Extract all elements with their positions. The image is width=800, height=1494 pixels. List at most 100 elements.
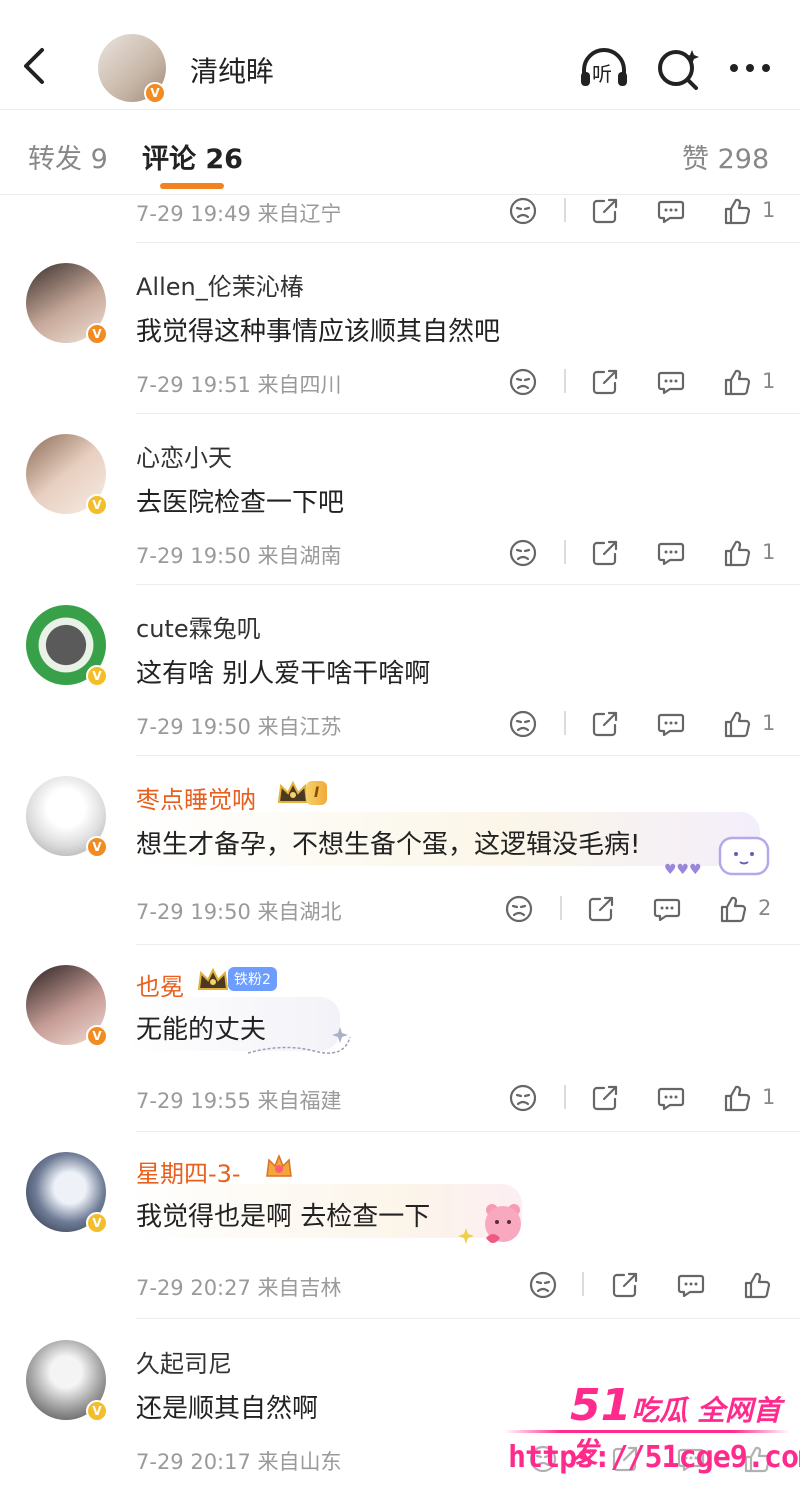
share-icon[interactable] xyxy=(610,1270,640,1300)
share-icon[interactable] xyxy=(590,367,620,397)
avatar[interactable]: V xyxy=(26,1340,108,1422)
dislike-icon[interactable] xyxy=(508,538,538,568)
divider xyxy=(136,1318,800,1319)
avatar[interactable]: V xyxy=(26,434,108,516)
reply-icon[interactable] xyxy=(676,1270,706,1300)
list-item: V 心恋小天 去医院检查一下吧 7-29 19:50 来自湖南 1 xyxy=(0,414,800,585)
commenter-name[interactable]: 枣点睡觉呐 xyxy=(136,780,256,815)
reply-icon[interactable] xyxy=(656,196,686,226)
comment-time: 7-29 19:51 来自四川 xyxy=(136,373,342,397)
reply-icon[interactable] xyxy=(656,709,686,739)
author-avatar[interactable]: V xyxy=(98,34,170,106)
comment-time: 7-29 19:50 来自湖北 xyxy=(136,900,342,924)
comment-text: 去医院检查一下吧 xyxy=(136,488,345,518)
list-item: V cute霖兔叽 这有啥 别人爱干啥干啥啊 7-29 19:50 来自江苏 1 xyxy=(0,585,800,756)
comment-actions: 1 xyxy=(508,196,788,230)
avatar[interactable]: V xyxy=(26,263,108,345)
share-icon[interactable] xyxy=(590,1083,620,1113)
comment-actions: 1 xyxy=(508,538,788,572)
like-icon[interactable] xyxy=(742,1270,772,1300)
comment-actions: 2 xyxy=(504,894,788,928)
dislike-icon[interactable] xyxy=(528,1270,558,1300)
comment-time: 7-29 20:27 来自吉林 xyxy=(136,1276,342,1300)
share-icon[interactable] xyxy=(590,196,620,226)
tab-comments[interactable]: 评论 26 xyxy=(142,137,243,176)
comment-text: 我觉得这种事情应该顺其自然吧 xyxy=(136,317,501,347)
watermark-url: https://51cge9.com xyxy=(508,1440,800,1475)
avatar[interactable]: V xyxy=(26,965,108,1047)
crown-icon xyxy=(266,1153,292,1177)
list-item: V 枣点睡觉呐 I 想生才备孕，不想生备个蛋，这逻辑没毛病! ♥♥♥ 7-29 … xyxy=(0,756,800,945)
comment-actions xyxy=(528,1270,788,1304)
comment-actions: 1 xyxy=(508,367,788,401)
comment-text: 这有啥 别人爱干啥干啥啊 xyxy=(136,659,431,689)
author-name[interactable]: 清纯眸 xyxy=(190,50,274,90)
like-count: 1 xyxy=(762,1085,776,1109)
commenter-name[interactable]: Allen_伦茉沁椿 xyxy=(136,267,304,302)
avatar[interactable]: V xyxy=(26,1152,108,1234)
like-count: 1 xyxy=(762,198,776,222)
chevron-left-icon[interactable] xyxy=(18,44,52,88)
verified-badge-icon: V xyxy=(86,323,108,345)
pink-bear-sticker-icon xyxy=(458,1204,521,1244)
dislike-icon[interactable] xyxy=(508,196,538,226)
svg-text:♥♥♥: ♥♥♥ xyxy=(664,862,702,878)
like-icon[interactable] xyxy=(722,1083,752,1113)
like-count: 1 xyxy=(762,711,776,735)
share-icon[interactable] xyxy=(586,894,616,924)
tab-reposts[interactable]: 转发 9 xyxy=(28,137,108,176)
more-icon[interactable] xyxy=(726,44,778,92)
dislike-icon[interactable] xyxy=(508,367,538,397)
comment-time: 7-29 19:50 来自江苏 xyxy=(136,715,342,739)
top-bar: V 清纯眸 听 xyxy=(0,0,800,110)
avatar[interactable]: V xyxy=(26,605,108,687)
share-icon[interactable] xyxy=(590,709,620,739)
like-icon[interactable] xyxy=(722,367,752,397)
commenter-name[interactable]: cute霖兔叽 xyxy=(136,609,261,644)
comment-text: 想生才备孕，不想生备个蛋，这逻辑没毛病! xyxy=(136,830,641,860)
comment-time: 7-29 19:50 来自湖南 xyxy=(136,544,342,568)
comment-time: 7-29 20:17 来自山东 xyxy=(136,1450,342,1474)
active-tab-indicator xyxy=(160,183,224,189)
comment-text: 我觉得也是啊 去检查一下 xyxy=(136,1202,431,1232)
comment-actions: 1 xyxy=(508,1083,788,1117)
reply-icon[interactable] xyxy=(656,367,686,397)
avatar[interactable]: V xyxy=(26,776,108,858)
search-icon[interactable] xyxy=(654,44,706,92)
like-icon[interactable] xyxy=(722,709,752,739)
reply-icon[interactable] xyxy=(656,538,686,568)
commenter-name[interactable]: 久起司尼 xyxy=(136,1344,232,1379)
verified-badge-icon: V xyxy=(86,494,108,516)
like-count: 2 xyxy=(758,896,772,920)
dislike-icon[interactable] xyxy=(508,1083,538,1113)
verified-badge-icon: V xyxy=(86,1400,108,1422)
sparkle-decoration-icon xyxy=(247,1027,351,1054)
reply-icon[interactable] xyxy=(656,1083,686,1113)
dislike-icon[interactable] xyxy=(504,894,534,924)
listen-icon[interactable]: 听 xyxy=(578,44,630,92)
like-count: 1 xyxy=(762,369,776,393)
commenter-name[interactable]: 心恋小天 xyxy=(136,438,232,473)
tab-likes[interactable]: 赞 298 xyxy=(682,137,769,176)
verified-badge-icon: V xyxy=(86,1025,108,1047)
comment-time: 7-29 19:49 来自辽宁 xyxy=(136,202,342,226)
comment-text: 还是顺其自然啊 xyxy=(136,1394,319,1424)
like-icon[interactable] xyxy=(718,894,748,924)
verified-badge-icon: V xyxy=(86,1212,108,1234)
like-icon[interactable] xyxy=(722,196,752,226)
dislike-icon[interactable] xyxy=(508,709,538,739)
list-item: V 也冕 铁粉2 无能的丈夫 7-29 19:55 来自福建 1 xyxy=(0,945,800,1133)
verified-badge-icon: V xyxy=(86,665,108,687)
listen-label: 听 xyxy=(592,62,612,86)
verified-badge-icon: V xyxy=(86,836,108,858)
list-item: V Allen_伦茉沁椿 我觉得这种事情应该顺其自然吧 7-29 19:51 来… xyxy=(0,243,800,414)
reply-icon[interactable] xyxy=(652,894,682,924)
crown-icon xyxy=(277,780,309,803)
crown-icon xyxy=(197,967,229,990)
tab-bar: 转发 9 评论 26 赞 298 xyxy=(0,111,800,195)
bunny-sticker-icon: ♥♥♥ xyxy=(664,836,770,878)
share-icon[interactable] xyxy=(590,538,620,568)
list-item: V 星期四-3- 我觉得也是啊 去检查一下 7-29 20:27 来自吉林 xyxy=(0,1132,800,1320)
watermark-divider xyxy=(504,1430,790,1433)
like-icon[interactable] xyxy=(722,538,752,568)
